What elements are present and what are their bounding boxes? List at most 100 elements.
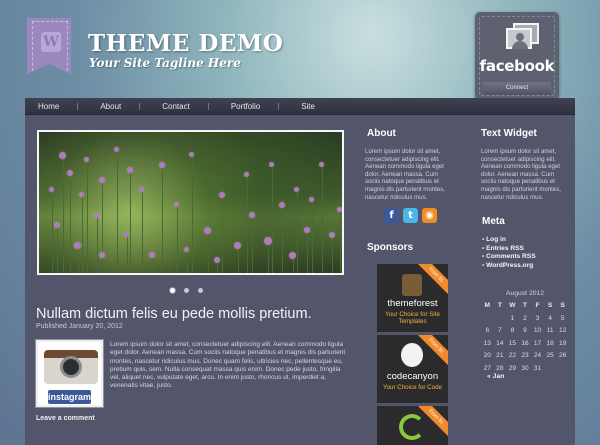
nav-item-about[interactable]: About: [100, 102, 143, 111]
flower-blossom: [337, 207, 342, 212]
calendar-day: [556, 363, 569, 376]
site-logo-ribbon[interactable]: W: [27, 18, 71, 74]
flower-stem: [222, 198, 223, 273]
calendar-weekday-header: W: [509, 302, 516, 309]
calendar-day: 5: [560, 314, 565, 322]
flower-stem: [126, 237, 128, 273]
flower-blossom: [49, 187, 54, 192]
text-widget-title: Text Widget: [481, 128, 537, 139]
flower-blossom: [139, 187, 144, 192]
flower-stem: [141, 192, 143, 273]
flower-blossom: [127, 167, 133, 173]
calendar-weekday-header: M: [484, 302, 491, 309]
calendar-day: [544, 363, 557, 376]
flower-blossom: [84, 157, 89, 162]
calendar-weekday-header: T: [497, 302, 502, 309]
flower-stem: [311, 202, 313, 273]
about-widget-title: About: [367, 128, 396, 139]
calendar-day: 21: [496, 352, 504, 359]
slider-dot[interactable]: [198, 288, 203, 293]
slider-dot[interactable]: [170, 288, 175, 293]
calendar-day: 10: [533, 327, 542, 334]
flower-blossom: [99, 177, 105, 183]
post-thumbnail[interactable]: instagram: [36, 340, 103, 407]
flower-blossom: [294, 187, 299, 192]
flower-stem: [191, 157, 193, 273]
flower-blossom: [79, 192, 84, 197]
nav-item-home[interactable]: Home: [38, 102, 81, 111]
calendar-day: 1: [510, 314, 515, 322]
flower-stem: [307, 233, 308, 273]
calendar-weekday-header: S: [560, 302, 565, 309]
calendar-weekday-header: T: [522, 302, 527, 309]
slider-dot[interactable]: [184, 288, 189, 293]
calendar-day: 16: [521, 339, 529, 347]
calendar-day: [494, 313, 507, 326]
sponsor-brand: codecanyon: [386, 371, 439, 382]
nav-item-portfolio[interactable]: Portfolio: [231, 102, 282, 111]
leave-comment-link[interactable]: Leave a comment: [36, 415, 95, 422]
featured-slider[interactable]: [37, 130, 344, 275]
calendar-day: 13: [483, 339, 491, 347]
sponsor-banner-graphicriver[interactable]: From $1: [377, 406, 448, 445]
graphicriver-logo-icon: [399, 414, 425, 440]
calendar-day: 17: [533, 339, 542, 347]
themeforest-logo-icon: [402, 274, 422, 296]
social-links: f t ◉: [384, 208, 437, 223]
flower-stem: [152, 258, 153, 273]
meta-link-login[interactable]: Log in: [482, 236, 536, 245]
calendar-prev-link[interactable]: « Jan: [487, 373, 504, 380]
calendar-day: 2: [523, 314, 527, 322]
slider-pagination: [170, 288, 203, 293]
flower-blossom: [309, 197, 314, 202]
meta-link-wordpress[interactable]: WordPress.org: [482, 262, 536, 271]
sponsor-banner-codecanyon[interactable]: From $1 codecanyon Your Choice for Code: [377, 335, 448, 403]
flower-stem: [332, 238, 333, 273]
calendar-weekday-header: S: [547, 302, 553, 309]
calendar-day: 9: [523, 327, 527, 334]
facebook-connect-button[interactable]: Connect: [483, 82, 551, 95]
flower-blossom: [149, 252, 155, 258]
flower-stem: [292, 259, 294, 273]
nav-item-contact[interactable]: Contact: [162, 102, 212, 111]
calendar-day: 24: [533, 352, 542, 359]
post-date: Published January 20, 2012: [36, 323, 123, 330]
flower-stem: [207, 234, 209, 273]
calendar-weekday-header: F: [535, 302, 540, 309]
facebook-icon[interactable]: f: [384, 208, 399, 223]
sponsors-widget-title: Sponsors: [367, 242, 414, 253]
flower-blossom: [269, 162, 274, 167]
main-navigation: Home About Contact Portfolio Site: [25, 98, 575, 115]
calendar-widget: August 2012 M T W T F S S 1 2 3 4 5 6 7 8 9 10 11 12 13 14 15…: [481, 290, 569, 380]
flower-stem: [81, 197, 83, 273]
post-title[interactable]: Nullam dictum felis eu pede mollis preti…: [36, 306, 312, 322]
flower-blossom: [159, 162, 165, 168]
flower-stem: [246, 177, 248, 273]
flower-stem: [62, 159, 64, 273]
rss-icon[interactable]: ◉: [422, 208, 437, 223]
flower-stem: [176, 207, 178, 273]
meta-link-entries-rss[interactable]: Entries RSS: [482, 245, 536, 254]
calendar-day: 29: [508, 364, 517, 372]
calendar-day: 12: [559, 327, 567, 334]
flower-stem: [86, 162, 88, 273]
flower-blossom: [74, 242, 81, 249]
flower-blossom: [99, 252, 105, 258]
meta-link-comments-rss[interactable]: Comments RSS: [482, 253, 535, 262]
slider-image-flowers: [39, 132, 342, 273]
post-excerpt: Lorem ipsum dolor sit amet, consectetuer…: [110, 341, 346, 390]
calendar-day: 11: [546, 327, 554, 334]
flower-blossom: [189, 152, 194, 157]
calendar-day: 20: [483, 352, 491, 359]
flower-stem: [130, 173, 131, 273]
about-widget-text: Lorem ipsum dolor sit amet, consectetuer…: [365, 148, 445, 201]
sponsor-banner-themeforest[interactable]: From $1 themeforest Your Choice for Site…: [377, 264, 448, 332]
site-title[interactable]: THEME DEMO: [88, 30, 283, 57]
nav-item-site[interactable]: Site: [301, 102, 337, 111]
facebook-connect-badge[interactable]: facebook Connect: [475, 12, 559, 100]
flower-blossom: [244, 172, 249, 177]
flower-stem: [57, 228, 58, 273]
flower-blossom: [59, 152, 66, 159]
twitter-icon[interactable]: t: [403, 208, 418, 223]
calendar-day: 25: [546, 352, 554, 359]
